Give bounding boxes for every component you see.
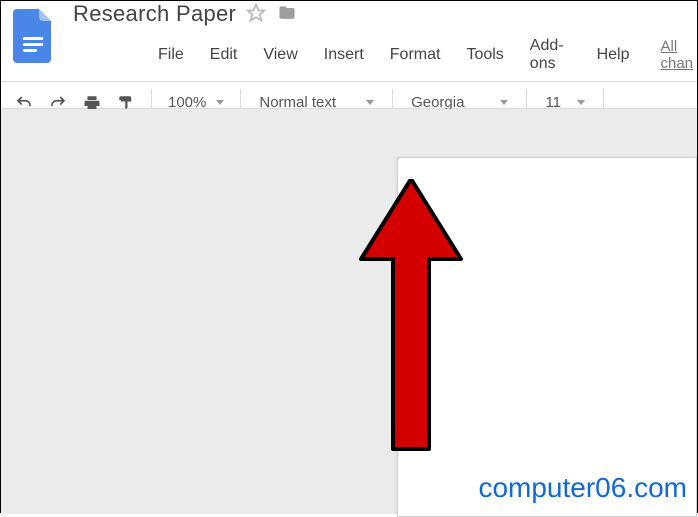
menu-bar: File Edit View Insert Format Tools Add-o… [145, 33, 697, 77]
menu-file[interactable]: File [145, 42, 197, 68]
menu-addons[interactable]: Add-ons [517, 33, 584, 77]
changes-saved-link[interactable]: All chan [660, 38, 697, 72]
caret-down-icon [577, 100, 585, 105]
document-page[interactable] [397, 157, 697, 517]
caret-down-icon [500, 100, 508, 105]
menu-format[interactable]: Format [377, 42, 454, 68]
star-icon[interactable] [246, 3, 266, 26]
caret-down-icon [216, 100, 224, 105]
watermark-text: computer06.com [478, 472, 687, 504]
move-to-folder-icon[interactable] [276, 3, 298, 26]
app-header: Research Paper File Edit View Insert For… [1, 1, 697, 109]
menu-help[interactable]: Help [584, 42, 643, 68]
caret-down-icon [366, 100, 374, 105]
menu-tools[interactable]: Tools [453, 42, 516, 68]
docs-app-icon[interactable] [11, 7, 57, 65]
title-area: Research Paper File Edit View Insert For… [73, 1, 697, 77]
document-title[interactable]: Research Paper [73, 1, 236, 27]
document-workspace: computer06.com [1, 109, 697, 514]
menu-view[interactable]: View [250, 42, 310, 68]
menu-insert[interactable]: Insert [311, 42, 377, 68]
menu-edit[interactable]: Edit [197, 42, 251, 68]
